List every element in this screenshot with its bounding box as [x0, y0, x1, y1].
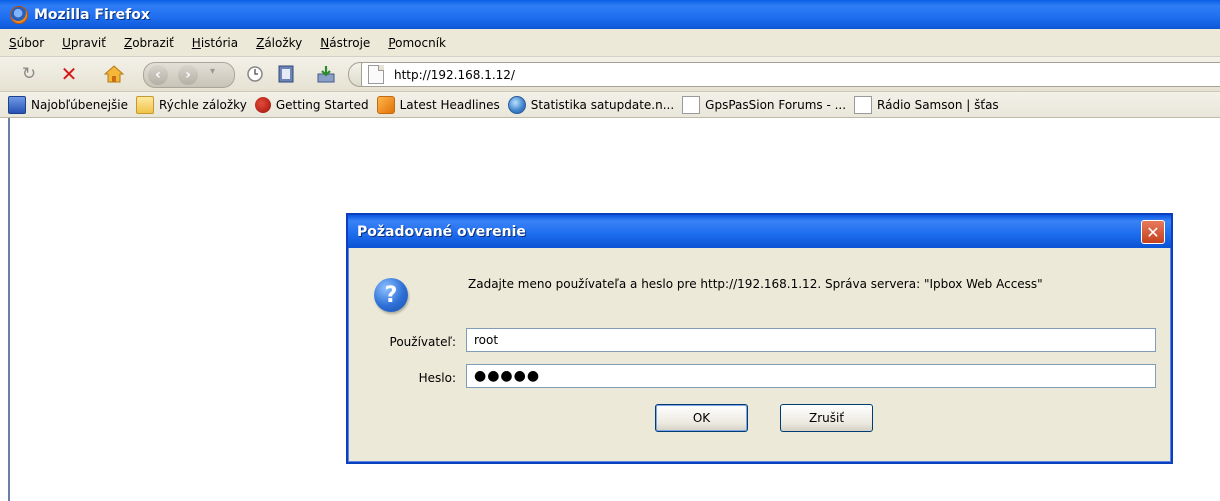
- home-icon[interactable]: [104, 65, 124, 83]
- dialog-message: Zadajte meno používateľa a heslo pre htt…: [468, 277, 1043, 291]
- bookmark-item[interactable]: Getting Started: [254, 96, 369, 113]
- bookmark-label: Statistika satupdate.n...: [530, 97, 675, 112]
- back-button[interactable]: ‹: [148, 65, 168, 85]
- url-bar[interactable]: http://192.168.1.12/: [361, 62, 1220, 87]
- bookmarks-toolbar: Najobľúbenejšie Rýchle záložky Getting S…: [0, 92, 1220, 118]
- bookmark-label: Rádio Samson | šťas: [877, 97, 999, 112]
- forward-button[interactable]: ›: [178, 65, 198, 85]
- cancel-button[interactable]: Zrušiť: [780, 404, 873, 432]
- stop-icon[interactable]: ✕: [60, 62, 78, 86]
- username-label: Používateľ:: [389, 335, 456, 349]
- question-icon: ?: [374, 278, 408, 312]
- menu-history[interactable]: História: [192, 36, 238, 50]
- menu-edit[interactable]: Upraviť: [62, 36, 106, 50]
- bookmark-item[interactable]: Rádio Samson | šťas: [854, 95, 999, 114]
- menu-help[interactable]: Pomocník: [388, 36, 446, 50]
- bookmark-label: Getting Started: [275, 97, 369, 112]
- bookmark-item[interactable]: Latest Headlines: [376, 95, 500, 114]
- rss-icon: [376, 95, 395, 114]
- history-dropdown-icon[interactable]: ▾: [210, 66, 215, 77]
- reload-icon[interactable]: ↻: [20, 64, 38, 84]
- ok-button[interactable]: OK: [655, 404, 748, 432]
- password-label: Heslo:: [418, 371, 456, 385]
- navigation-toolbar: ↻ ✕ ‹ › ▾ http://192.168.1.12/: [0, 57, 1220, 92]
- red-bird-icon: [254, 96, 271, 113]
- menu-file[interactable]: Súbor: [9, 36, 44, 50]
- window-left-border: [8, 118, 10, 501]
- bookmark-item[interactable]: Najobľúbenejšie: [8, 95, 129, 114]
- menu-bar: Súbor Upraviť Zobraziť História Záložky …: [0, 29, 1220, 57]
- page-icon: [682, 95, 701, 114]
- bookmark-item[interactable]: Statistika satupdate.n...: [507, 95, 675, 114]
- auth-dialog: Požadované overenie ✕ ? Zadajte meno pou…: [346, 213, 1173, 464]
- dialog-title: Požadované overenie: [357, 223, 526, 240]
- bookmarks-sidebar-icon[interactable]: [278, 65, 294, 83]
- page-icon: [854, 95, 873, 114]
- bookmark-label: GpsPasSion Forums - ...: [705, 97, 847, 112]
- window-titlebar: Mozilla Firefox: [0, 0, 1220, 29]
- globe-icon: [507, 95, 526, 114]
- menu-view[interactable]: Zobraziť: [124, 36, 174, 50]
- password-field[interactable]: ●●●●●: [466, 364, 1156, 388]
- back-forward-group: ‹ › ▾: [143, 62, 235, 88]
- clock-icon[interactable]: [246, 65, 264, 83]
- bookmark-label: Rýchle záložky: [159, 97, 247, 112]
- folder-icon: [136, 95, 155, 114]
- bookmark-item[interactable]: GpsPasSion Forums - ...: [682, 95, 847, 114]
- download-icon[interactable]: [316, 65, 336, 83]
- window-title: Mozilla Firefox: [34, 6, 150, 23]
- page-icon: [368, 65, 384, 84]
- bookmark-item[interactable]: Rýchle záložky: [136, 95, 247, 114]
- dialog-titlebar: Požadované overenie ✕: [348, 215, 1171, 248]
- menu-bookmarks[interactable]: Záložky: [256, 36, 302, 50]
- bookmark-label: Najobľúbenejšie: [31, 97, 129, 112]
- close-icon[interactable]: ✕: [1141, 220, 1165, 244]
- blue-folder-icon: [8, 95, 26, 114]
- url-text[interactable]: http://192.168.1.12/: [394, 68, 515, 82]
- menu-tools[interactable]: Nástroje: [320, 36, 370, 50]
- username-field[interactable]: root: [466, 328, 1156, 352]
- bookmark-label: Latest Headlines: [399, 97, 500, 112]
- firefox-logo-icon: [10, 5, 28, 24]
